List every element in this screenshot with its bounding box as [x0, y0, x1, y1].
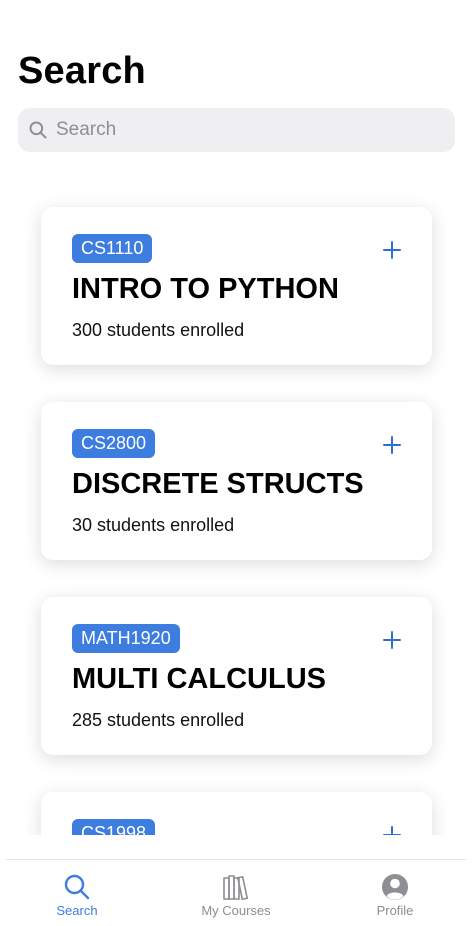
tab-label: Profile	[376, 903, 414, 918]
person-icon	[382, 874, 408, 900]
tab-bar: Search My Courses Profile	[6, 859, 466, 926]
tab-label: Search	[56, 903, 98, 918]
tab-label: My Courses	[201, 903, 271, 918]
course-enrolled-count: 30 students enrolled	[72, 515, 235, 535]
course-title: DISCRETE STRUCTS	[72, 468, 364, 500]
course-list[interactable]: CS1110 INTRO TO PYTHON 300 students enro…	[0, 185, 474, 835]
search-input[interactable]	[54, 118, 438, 142]
add-course-button[interactable]	[382, 240, 402, 260]
course-code-badge: CS2800	[72, 429, 156, 458]
add-course-button[interactable]	[382, 825, 402, 835]
books-icon	[223, 875, 249, 901]
course-code-badge: CS1998	[72, 819, 156, 835]
course-card[interactable]: CS2800 DISCRETE STRUCTS 30 students enro…	[41, 402, 432, 560]
add-course-button[interactable]	[382, 630, 402, 650]
course-card[interactable]: CS1110 INTRO TO PYTHON 300 students enro…	[41, 207, 432, 365]
tab-profile[interactable]: Profile	[340, 872, 450, 922]
course-card[interactable]: MATH1920 MULTI CALCULUS 285 students enr…	[41, 597, 432, 755]
course-enrolled-count: 285 students enrolled	[72, 710, 245, 730]
search-icon	[64, 874, 90, 900]
course-card[interactable]: CS1998	[41, 792, 432, 835]
tab-search[interactable]: Search	[22, 872, 132, 922]
course-enrolled-count: 300 students enrolled	[72, 320, 245, 340]
add-course-button[interactable]	[382, 435, 402, 455]
course-code-badge: MATH1920	[72, 624, 180, 653]
course-title: INTRO TO PYTHON	[72, 273, 339, 305]
course-title: MULTI CALCULUS	[72, 663, 326, 695]
search-icon	[29, 121, 47, 139]
tab-my-courses[interactable]: My Courses	[181, 872, 291, 922]
course-code-badge: CS1110	[72, 234, 153, 263]
page-title: Search	[18, 50, 146, 92]
search-bar[interactable]	[18, 108, 455, 152]
